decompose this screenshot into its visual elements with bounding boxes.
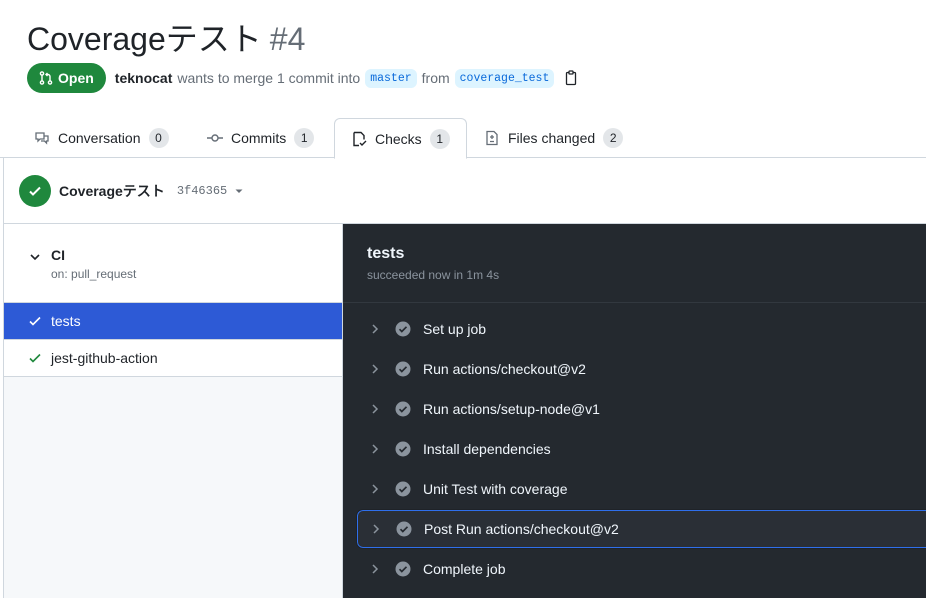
check-icon	[29, 186, 41, 196]
log-header: tests succeeded now in 1m 4s	[343, 224, 926, 303]
chevron-right-icon	[372, 444, 379, 454]
tab-count: 1	[429, 128, 450, 149]
check-suite-name: Coverageテスト	[59, 182, 165, 199]
chevron-down-icon[interactable]	[28, 250, 42, 264]
workflow-trigger: on: pull_request	[51, 267, 137, 281]
pr-tabs: Conversation 0 Commits 1 Checks 1 Files …	[0, 118, 926, 159]
chevron-right-icon	[372, 324, 379, 334]
check-circle-icon	[395, 561, 411, 577]
status-badge: Open	[27, 63, 106, 93]
step-label: Unit Test with coverage	[423, 481, 568, 497]
chevron-right-icon	[372, 404, 379, 414]
git-pull-request-icon	[39, 71, 53, 85]
commit-sha[interactable]: 3f46365	[177, 184, 227, 198]
step-label: Run actions/setup-node@v1	[423, 401, 600, 417]
log-step[interactable]: Unit Test with coverage	[357, 470, 926, 508]
status-label: Open	[58, 70, 94, 86]
tab-count: 0	[148, 128, 169, 148]
pr-title-text: Coverageテスト	[27, 21, 262, 57]
job-title: tests	[367, 245, 405, 262]
tab-label: Conversation	[58, 130, 141, 146]
tab-count: 2	[603, 128, 624, 148]
job-label: jest-github-action	[51, 350, 158, 366]
tab-commits[interactable]: Commits 1	[191, 118, 330, 158]
checks-sidebar: CI on: pull_request tests jest-github-ac…	[4, 224, 343, 598]
merge-description: teknocat wants to merge 1 commit into ma…	[115, 68, 580, 88]
page-title: Coverageテスト #4	[27, 14, 305, 60]
chevron-right-icon	[372, 364, 379, 374]
check-suite-header: Coverageテスト 3f46365	[4, 158, 926, 224]
comment-icon	[35, 132, 49, 145]
head-branch[interactable]: coverage_test	[454, 68, 555, 88]
pr-number: #4	[269, 21, 306, 57]
caret-down-icon[interactable]	[233, 185, 245, 197]
log-step-focused[interactable]: Post Run actions/checkout@v2	[356, 509, 926, 549]
log-step[interactable]: Run actions/setup-node@v1	[357, 390, 926, 428]
success-status-icon	[19, 174, 51, 207]
file-diff-icon	[486, 130, 498, 146]
base-branch[interactable]: master	[365, 68, 417, 88]
check-circle-icon	[395, 321, 411, 337]
check-circle-icon	[395, 401, 411, 417]
check-circle-icon	[395, 441, 411, 457]
author-link[interactable]: teknocat	[115, 70, 173, 86]
log-step[interactable]: Install dependencies	[357, 430, 926, 468]
check-icon	[29, 316, 41, 326]
log-step[interactable]: Complete job	[357, 550, 926, 588]
job-item-jest-github-action[interactable]: jest-github-action	[4, 340, 342, 377]
merge-text: wants to merge 1 commit into	[177, 70, 361, 86]
chevron-right-icon	[372, 564, 379, 574]
step-label: Install dependencies	[423, 441, 551, 457]
tab-files-changed[interactable]: Files changed 2	[468, 118, 639, 158]
check-circle-icon	[395, 361, 411, 377]
checklist-icon	[353, 131, 367, 146]
tab-checks[interactable]: Checks 1	[334, 118, 467, 159]
step-label: Run actions/checkout@v2	[423, 361, 586, 377]
workflow-name: CI	[51, 247, 65, 263]
tab-label: Commits	[231, 130, 287, 146]
tab-label: Files changed	[508, 130, 596, 146]
tab-conversation[interactable]: Conversation 0	[18, 118, 185, 158]
commit-icon	[207, 134, 223, 142]
log-step[interactable]: Set up job	[357, 310, 926, 348]
job-duration: succeeded now in 1m 4s	[367, 268, 500, 282]
check-icon	[29, 353, 41, 363]
job-item-tests[interactable]: tests	[4, 303, 342, 340]
job-log-panel: tests succeeded now in 1m 4s Set up job …	[343, 224, 926, 598]
tab-label: Checks	[375, 130, 422, 147]
check-circle-icon	[396, 521, 412, 537]
pr-meta: Open teknocat wants to merge 1 commit in…	[27, 63, 579, 93]
chevron-right-icon	[372, 484, 379, 494]
log-step[interactable]: Run actions/checkout@v2	[357, 350, 926, 388]
chevron-right-icon	[373, 524, 380, 534]
check-circle-icon	[395, 481, 411, 497]
job-label: tests	[51, 313, 81, 329]
workflow-header[interactable]: CI on: pull_request	[4, 224, 342, 303]
step-label: Post Run actions/checkout@v2	[424, 521, 619, 537]
step-label: Set up job	[423, 321, 487, 337]
from-text: from	[421, 70, 450, 86]
step-label: Complete job	[423, 561, 506, 577]
tab-count: 1	[294, 128, 315, 148]
copy-icon[interactable]	[563, 70, 579, 86]
